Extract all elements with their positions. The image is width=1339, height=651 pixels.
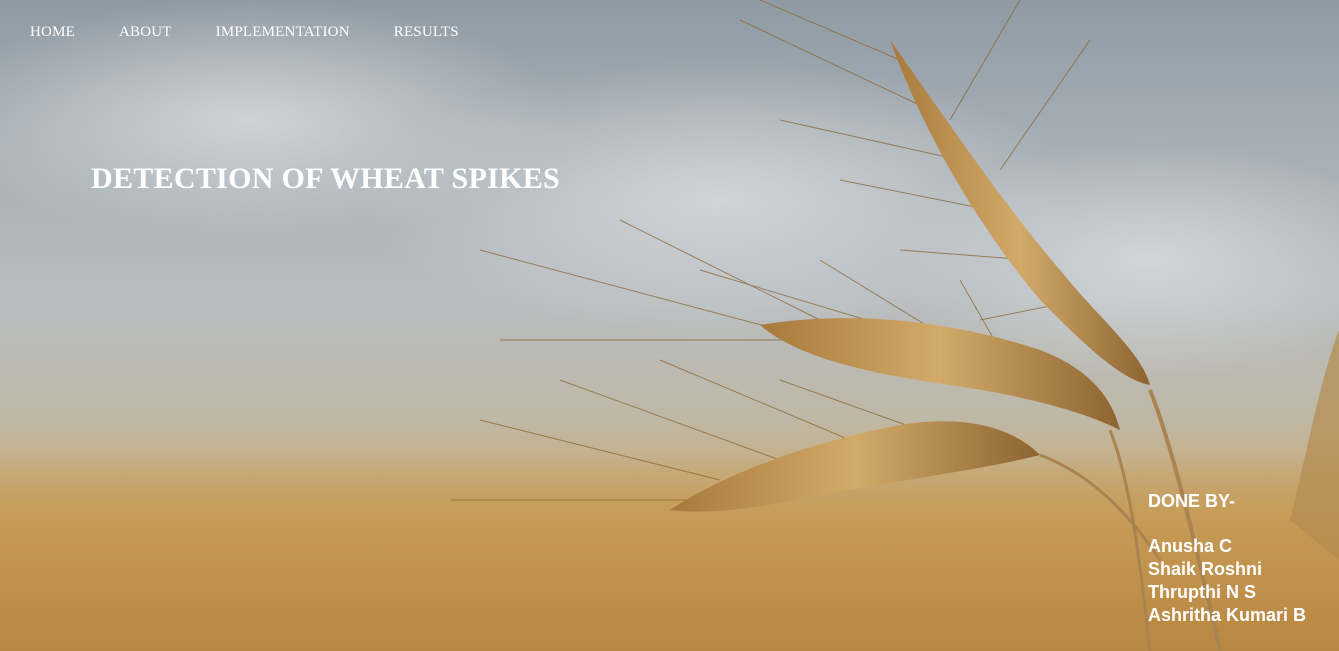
hero-background <box>0 0 1339 651</box>
credits-member: Anusha C <box>1148 536 1233 556</box>
nav-results-link[interactable]: RESULTS <box>394 24 459 41</box>
credits-member: Thrupthi N S <box>1148 582 1256 602</box>
nav-home-link[interactable]: HOME <box>30 24 75 41</box>
nav-about-link[interactable]: ABOUT <box>119 24 172 41</box>
credits-heading: DONE BY- <box>1148 491 1236 511</box>
nav-implementation-link[interactable]: IMPLEMENTATION <box>216 24 350 41</box>
page-title: DETECTION OF WHEAT SPIKES <box>91 162 561 195</box>
credits-section: DONE BY- Anusha C Shaik Roshni Thrupthi … <box>1148 490 1306 627</box>
credits-member: Ashritha Kumari B <box>1148 605 1307 625</box>
main-navigation: HOME ABOUT IMPLEMENTATION RESULTS <box>30 24 503 41</box>
wheat-spikes-image <box>0 0 1339 651</box>
credits-member: Shaik Roshni <box>1148 559 1263 579</box>
